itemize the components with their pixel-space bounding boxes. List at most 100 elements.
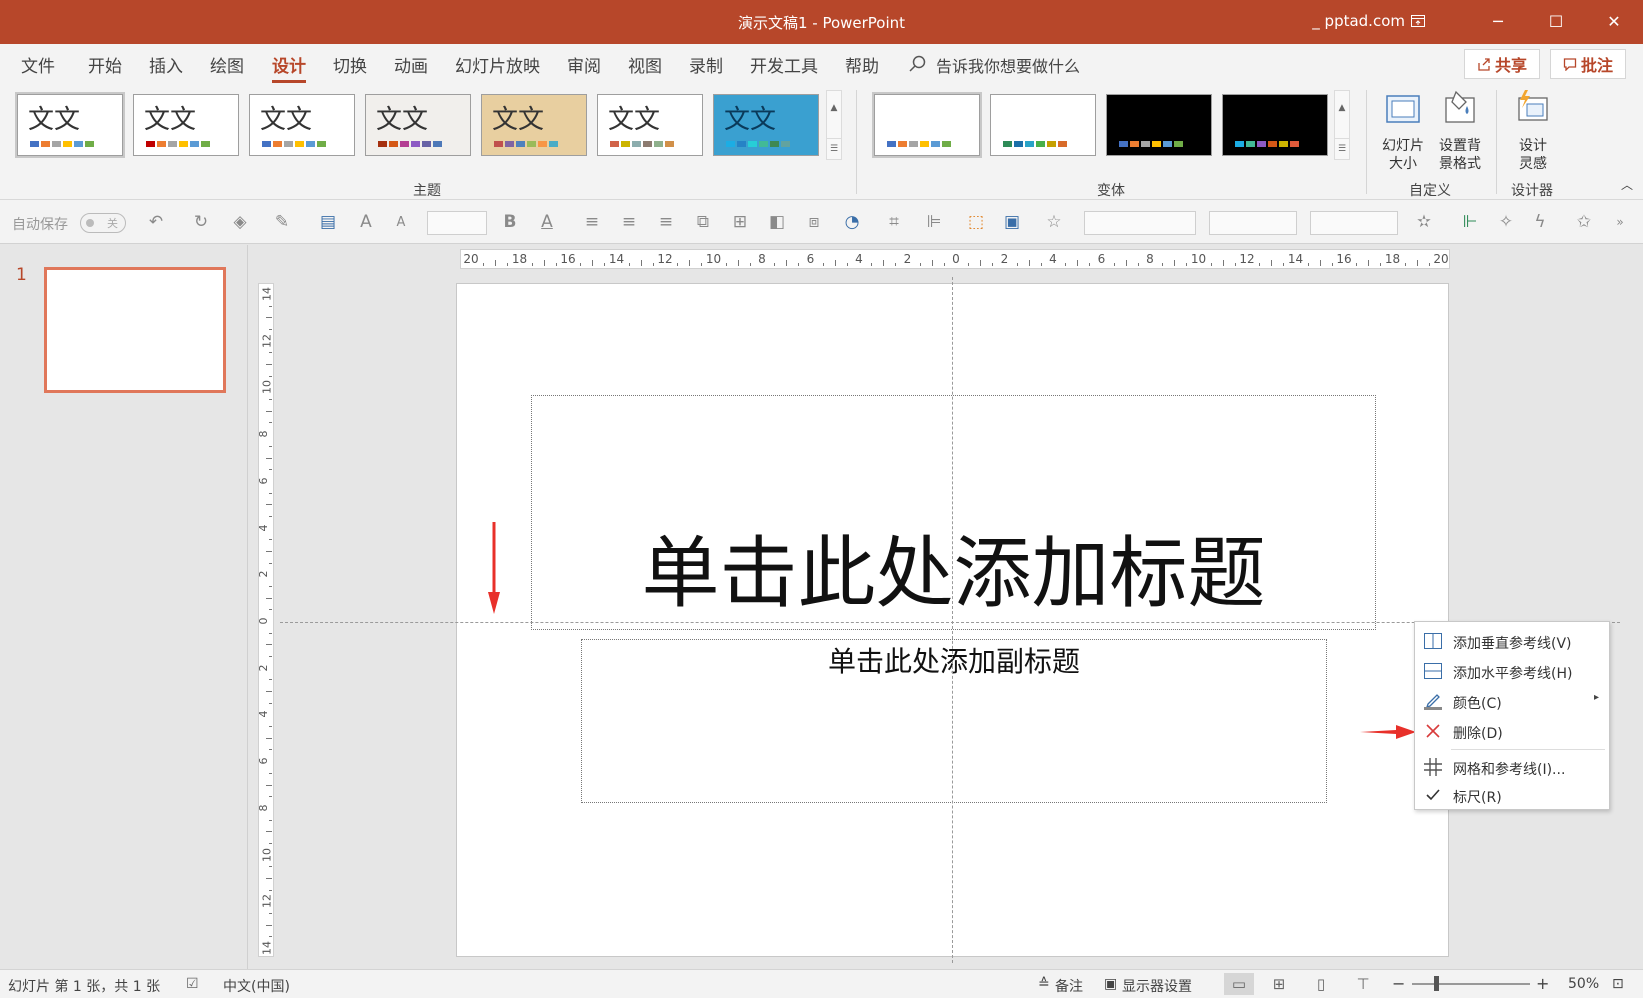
tab-view[interactable]: 视图 [628, 52, 662, 77]
close-button[interactable]: ✕ [1594, 6, 1634, 36]
tab-home[interactable]: 开始 [88, 52, 122, 77]
menu-item-add-horizontal-guide[interactable]: 添加水平参考线(H) [1415, 656, 1609, 686]
vertical-ruler[interactable]: 14 12 10 8 6 4 2 0 2 4 6 8 10 12 14 [257, 283, 274, 957]
star-icon[interactable]: ☆ [1042, 210, 1066, 234]
font-grow-icon[interactable]: A [354, 210, 378, 234]
ribbon-display-options-button[interactable] [1398, 6, 1438, 36]
comments-button[interactable]: 批注 [1550, 49, 1626, 79]
font-shrink-icon[interactable]: A [389, 210, 413, 234]
animation-pane-icon[interactable]: ⊩ [1458, 210, 1482, 234]
shape-fill-icon[interactable]: ▤ [316, 210, 340, 234]
tab-developer[interactable]: 开发工具 [750, 52, 818, 77]
variant-1[interactable] [872, 92, 982, 158]
tab-slideshow[interactable]: 幻灯片放映 [455, 52, 540, 77]
menu-item-grid-and-guides[interactable]: 网格和参考线(I)... [1415, 752, 1609, 782]
tab-file[interactable]: 文件 [21, 52, 55, 77]
account-name[interactable]: _ pptad.com [1312, 12, 1405, 30]
menu-item-add-vertical-guide[interactable]: 添加垂直参考线(V) [1415, 626, 1609, 656]
tab-insert[interactable]: 插入 [149, 52, 183, 77]
zoom-slider[interactable] [1412, 983, 1530, 985]
display-settings-icon[interactable]: ▣ [1104, 976, 1117, 992]
bring-forward-icon[interactable]: ⧉ [691, 210, 715, 234]
toolbar-overflow-icon[interactable]: » [1608, 210, 1632, 234]
tab-record[interactable]: 录制 [689, 52, 723, 77]
tab-animations[interactable]: 动画 [394, 52, 428, 77]
vertical-guide[interactable] [952, 277, 953, 963]
scroll-up-icon[interactable]: ▲ [831, 103, 838, 113]
tab-design[interactable]: 设计 [272, 52, 306, 83]
combo-box-1[interactable] [1084, 211, 1196, 235]
align-left-icon[interactable]: ≡ [580, 210, 604, 234]
variant-3[interactable] [1106, 94, 1212, 156]
theme-2[interactable]: 文文 [133, 94, 239, 156]
variant-4[interactable] [1222, 94, 1328, 156]
animation-star-icon[interactable]: ✫ [1412, 210, 1436, 234]
layout-icon[interactable]: ▣ [1000, 210, 1024, 234]
combo-box-3[interactable] [1310, 211, 1398, 235]
language-status[interactable]: 中文(中国) [223, 976, 290, 996]
send-backward-icon[interactable]: ◧ [765, 210, 789, 234]
undo-icon[interactable]: ↶ [144, 210, 168, 234]
variant-2[interactable] [990, 94, 1096, 156]
crop-icon[interactable]: ⌗ [882, 210, 906, 234]
menu-item-ruler[interactable]: 标尺(R) [1415, 780, 1609, 810]
align-objects-icon[interactable]: ⊫ [922, 210, 946, 234]
fill-color-icon[interactable]: ◈ [228, 210, 252, 234]
autosave-toggle[interactable]: 关 [80, 213, 126, 233]
slide-size-button[interactable]: 幻灯片 大小 [1374, 88, 1432, 173]
emphasis-star-icon[interactable]: ✩ [1572, 210, 1596, 234]
redo-icon[interactable]: ↻ [189, 210, 213, 234]
horizontal-ruler[interactable]: 20 18 16 14 12 10 8 6 4 2 0 2 4 6 8 10 12 14 16 18 20 [460, 249, 1450, 269]
theme-1[interactable]: 文文 [15, 92, 125, 158]
display-settings-button[interactable]: 显示器设置 [1122, 976, 1192, 996]
notes-button[interactable]: 备注 [1055, 976, 1083, 996]
align-right-icon[interactable]: ≡ [654, 210, 678, 234]
tell-me-search[interactable]: 告诉我你想要做什么 [936, 53, 1080, 77]
slideshow-view-icon[interactable]: ⊤ [1348, 973, 1378, 995]
minimize-button[interactable]: ─ [1478, 6, 1518, 36]
zoom-out-button[interactable]: − [1392, 974, 1405, 993]
tab-transitions[interactable]: 切换 [333, 52, 367, 77]
shapes-icon[interactable]: ◔ [840, 210, 864, 234]
theme-3[interactable]: 文文 [249, 94, 355, 156]
collapse-ribbon-icon[interactable]: ︿ [1621, 176, 1633, 193]
zoom-slider-thumb[interactable] [1434, 976, 1439, 991]
reading-view-icon[interactable]: ▯ [1306, 973, 1336, 995]
zoom-level[interactable]: 50% [1568, 976, 1599, 992]
theme-7[interactable]: 文文 [713, 94, 819, 156]
slide-sorter-icon[interactable]: ⊞ [1264, 973, 1294, 995]
share-button[interactable]: 共享 [1464, 49, 1540, 79]
theme-5[interactable]: 文文 [481, 94, 587, 156]
title-placeholder[interactable]: 单击此处添加标题 [531, 395, 1376, 630]
bold-icon[interactable]: B [498, 210, 522, 234]
spell-check-icon[interactable]: ☑ [186, 976, 199, 992]
maximize-button[interactable]: ☐ [1536, 6, 1576, 36]
outline-color-icon[interactable]: ✎ [270, 210, 294, 234]
group-icon[interactable]: ⊞ [728, 210, 752, 234]
notes-icon[interactable]: ≙ [1038, 976, 1050, 992]
variants-gallery-more[interactable]: ☰ [1334, 138, 1350, 160]
tab-draw[interactable]: 绘图 [210, 52, 244, 77]
fit-to-window-icon[interactable]: ⊡ [1612, 976, 1624, 992]
effect-star-icon[interactable]: ✧ [1494, 210, 1518, 234]
design-ideas-button[interactable]: 设计 灵感 [1506, 88, 1560, 173]
align-center-icon[interactable]: ≡ [617, 210, 641, 234]
tab-review[interactable]: 审阅 [567, 52, 601, 77]
menu-item-color[interactable]: 颜色(C) ▸ [1415, 686, 1609, 716]
menu-item-delete[interactable]: 删除(D) [1415, 716, 1609, 746]
normal-view-icon[interactable]: ▭ [1224, 973, 1254, 995]
themes-gallery-more[interactable]: ☰ [826, 138, 842, 160]
subtitle-placeholder[interactable]: 单击此处添加副标题 [581, 639, 1327, 803]
select-icon[interactable]: ⬚ [964, 210, 988, 234]
arrange-icon[interactable]: ⧈ [802, 210, 826, 234]
lightning-icon[interactable]: ϟ [1528, 210, 1552, 234]
format-background-button[interactable]: 设置背 景格式 [1432, 88, 1488, 173]
theme-4[interactable]: 文文 [365, 94, 471, 156]
slide-thumbnail[interactable] [44, 267, 226, 393]
scroll-up-icon[interactable]: ▲ [1339, 103, 1346, 113]
zoom-in-button[interactable]: + [1536, 974, 1549, 993]
font-size-box[interactable] [427, 211, 487, 235]
theme-6[interactable]: 文文 [597, 94, 703, 156]
font-color-icon[interactable]: A [535, 210, 559, 234]
combo-box-2[interactable] [1209, 211, 1297, 235]
